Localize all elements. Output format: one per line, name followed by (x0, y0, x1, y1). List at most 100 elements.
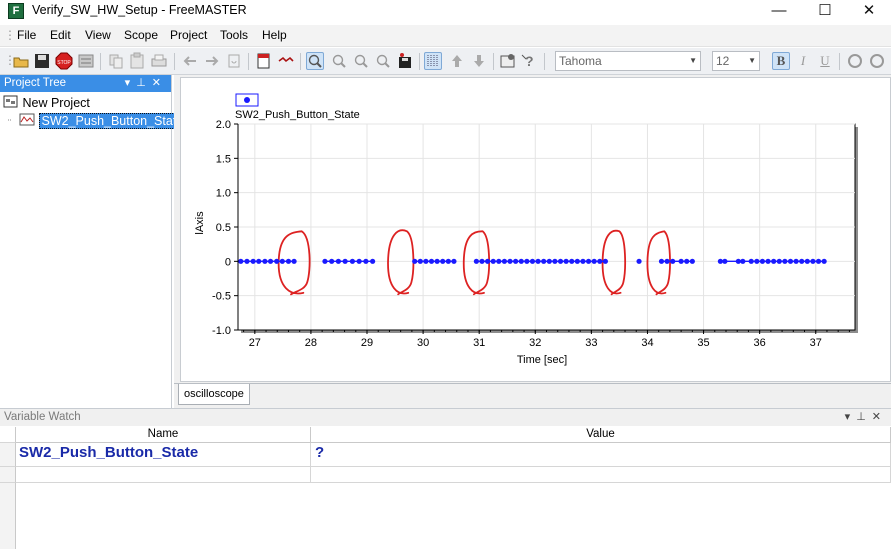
watch-variable-name: SW2_Push_Button_State (19, 444, 199, 461)
project-tree-panel: Project Tree ▾⊥✕ New Project SW2_Push_Bu… (0, 75, 186, 408)
table-row[interactable]: SW2_Push_Button_State (16, 443, 311, 467)
svg-text:STOP: STOP (57, 60, 71, 66)
project-icon (3, 95, 18, 108)
data-point (256, 258, 262, 264)
minimize-button[interactable]: — (756, 0, 802, 24)
open-folder-icon[interactable] (12, 52, 30, 70)
column-header-value[interactable]: Value (311, 427, 891, 443)
data-point (423, 258, 429, 264)
data-point (804, 258, 810, 264)
zoom-y-icon[interactable] (352, 52, 370, 70)
menu-edit[interactable]: Edit (50, 28, 71, 42)
close-button[interactable]: ✕ (846, 0, 891, 24)
tree-root-item[interactable]: New Project (3, 94, 90, 112)
stop-icon[interactable]: STOP (55, 52, 73, 70)
close-icon[interactable]: ✕ (152, 77, 167, 89)
pin-icon[interactable]: ⊥ (856, 411, 872, 423)
dropdown-icon[interactable]: ▾ (845, 411, 857, 423)
watch-value-cell[interactable]: ? (311, 443, 891, 467)
pipe-icon[interactable] (277, 52, 295, 70)
y-tick-label: 2.0 (216, 119, 231, 131)
data-point (291, 258, 297, 264)
maximize-button[interactable]: ☐ (802, 0, 848, 24)
refresh-icon[interactable] (225, 52, 243, 70)
toolbar-separator (248, 53, 249, 70)
data-point (322, 258, 328, 264)
italic-button[interactable]: I (794, 52, 812, 70)
toolbar-separator (839, 53, 840, 70)
tree-item-sw2-push-button-state[interactable]: SW2_Push_Button_State (8, 112, 186, 130)
x-tick-label: 35 (697, 337, 709, 349)
data-point (678, 258, 684, 264)
data-point (546, 258, 552, 264)
underline-button[interactable]: U (816, 52, 834, 70)
down-arrow-icon[interactable] (470, 52, 488, 70)
window-title: Verify_SW_HW_Setup - FreeMASTER (32, 3, 247, 17)
data-point (810, 258, 816, 264)
script-icon[interactable] (255, 52, 273, 70)
tree-item-label: SW2_Push_Button_State (39, 113, 186, 129)
dropdown-icon[interactable]: ▾ (125, 77, 137, 89)
data-point (722, 258, 728, 264)
y-tick-label: -1.0 (212, 325, 231, 337)
grid-icon[interactable] (424, 52, 442, 70)
bold-button[interactable]: B (772, 52, 790, 70)
save-data-icon[interactable] (396, 52, 414, 70)
print-icon[interactable] (150, 52, 168, 70)
menu-tools[interactable]: Tools (220, 28, 248, 42)
empty-value-cell[interactable] (311, 467, 891, 483)
data-point (765, 258, 771, 264)
font-name-dropdown[interactable]: Tahoma ▼ (555, 51, 701, 71)
tool-b-icon[interactable] (868, 52, 886, 70)
properties-icon[interactable] (499, 52, 517, 70)
menu-view[interactable]: View (85, 28, 111, 42)
data-point (793, 258, 799, 264)
zoom-reset-icon[interactable] (374, 52, 392, 70)
chevron-down-icon: ▼ (689, 56, 697, 65)
forward-icon[interactable] (203, 52, 221, 70)
y-tick-label: 1.5 (216, 153, 231, 165)
empty-name-cell[interactable] (16, 467, 311, 483)
save-icon[interactable] (33, 52, 51, 70)
help-icon[interactable]: ? (521, 52, 539, 70)
toolbar: ⋮ STOP ? Tahoma ▼ 12 ▼ B I U (0, 48, 891, 75)
font-name-value: Tahoma (559, 54, 602, 68)
back-icon[interactable] (181, 52, 199, 70)
menu-scope[interactable]: Scope (124, 28, 158, 42)
legend-label: SW2_Push_Button_State (235, 109, 360, 121)
watch-variable-value: ? (315, 444, 325, 461)
menu-project[interactable]: Project (170, 28, 207, 42)
oscilloscope-chart[interactable]: -1.0 -0.5 0 0.5 1.0 1.5 2.0 27 28 29 30 31 32 33 34 35 3… (181, 78, 890, 381)
y-axis-label: lAxis (194, 211, 206, 235)
data-point (363, 258, 369, 264)
menu-file[interactable]: File (17, 28, 36, 42)
data-point (329, 258, 335, 264)
up-arrow-icon[interactable] (448, 52, 466, 70)
svg-text:?: ? (525, 53, 534, 69)
data-point (776, 258, 782, 264)
font-size-dropdown[interactable]: 12 ▼ (712, 51, 760, 71)
data-point (244, 258, 250, 264)
x-tick-label: 28 (305, 337, 317, 349)
row-header[interactable] (0, 467, 16, 483)
copy-icon[interactable] (107, 52, 125, 70)
paste-icon[interactable] (128, 52, 146, 70)
column-header-name[interactable]: Name (16, 427, 311, 443)
options-icon[interactable] (77, 52, 95, 70)
close-icon[interactable]: ✕ (872, 411, 887, 423)
data-point (557, 258, 564, 264)
pin-icon[interactable]: ⊥ (136, 77, 152, 89)
tab-oscilloscope[interactable]: oscilloscope (178, 384, 250, 405)
zoom-x-icon[interactable] (330, 52, 348, 70)
x-tick-label: 37 (810, 337, 822, 349)
row-header[interactable] (0, 443, 16, 467)
data-point (759, 258, 766, 264)
toolbar-separator (100, 53, 101, 70)
data-point (412, 258, 418, 264)
data-point (748, 258, 754, 264)
zoom-icon[interactable] (306, 52, 324, 70)
menu-help[interactable]: Help (262, 28, 287, 42)
data-point (356, 258, 362, 264)
tool-a-icon[interactable] (846, 52, 864, 70)
x-tick-label: 34 (641, 337, 653, 349)
